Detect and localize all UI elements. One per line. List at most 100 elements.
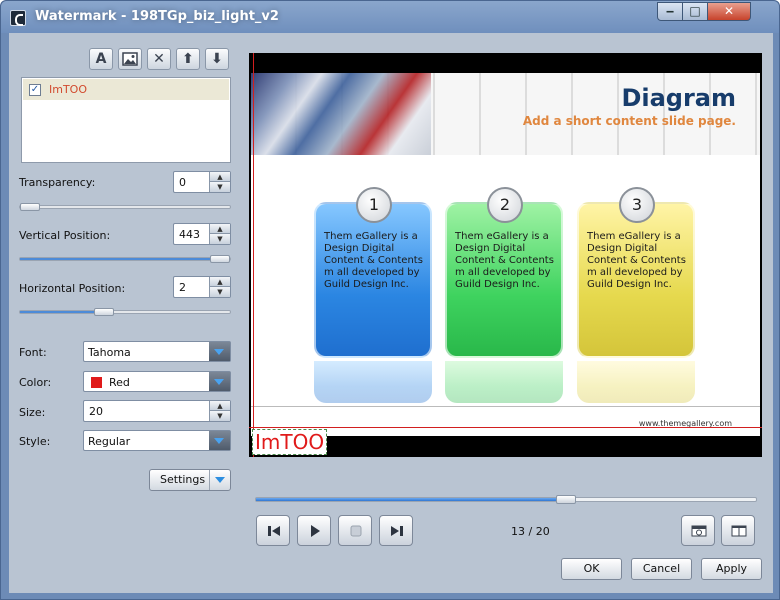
stop-icon xyxy=(350,525,362,537)
watermark-item-label: ImTOO xyxy=(49,83,87,96)
style-select[interactable]: Regular xyxy=(83,430,231,451)
vertical-position-slider[interactable] xyxy=(19,255,231,263)
spin-up-icon[interactable]: ▲ xyxy=(209,172,230,182)
vertical-position-label: Vertical Position: xyxy=(19,229,111,242)
spin-down-icon[interactable]: ▼ xyxy=(209,287,230,297)
spin-down-icon[interactable]: ▼ xyxy=(209,234,230,244)
card-reflection xyxy=(577,361,695,403)
transparency-slider-thumb[interactable] xyxy=(20,203,40,211)
delete-icon: ✕ xyxy=(153,51,165,67)
minimize-icon: ‒ xyxy=(665,4,675,18)
text-icon: A xyxy=(95,51,107,67)
diagram-card: 2 Them eGallery is a Design Digital Cont… xyxy=(445,187,563,358)
slide-subtitle: Add a short content slide page. xyxy=(522,114,736,128)
card-text: Them eGallery is a Design Digital Conten… xyxy=(455,231,554,290)
card-text: Them eGallery is a Design Digital Conten… xyxy=(587,231,686,290)
progress-fill xyxy=(256,498,566,501)
font-select[interactable]: Tahoma xyxy=(83,341,231,362)
color-select[interactable]: Red xyxy=(83,371,231,392)
list-item[interactable]: ✓ ImTOO xyxy=(23,79,229,100)
card-number: 1 xyxy=(356,187,392,223)
minimize-button[interactable]: ‒ xyxy=(657,2,683,21)
diagram-card: 1 Them eGallery is a Design Digital Cont… xyxy=(314,187,432,358)
horizontal-slider-fill xyxy=(20,311,104,313)
font-value: Tahoma xyxy=(88,346,131,359)
stop-button[interactable] xyxy=(338,515,372,546)
delete-watermark-button[interactable]: ✕ xyxy=(147,48,171,70)
chevron-down-icon[interactable] xyxy=(209,431,230,450)
card-number: 3 xyxy=(619,187,655,223)
move-down-button[interactable]: ⬇ xyxy=(205,48,229,70)
transparency-label: Transparency: xyxy=(19,176,96,189)
split-view-icon xyxy=(731,525,747,537)
transparency-value[interactable]: 0 xyxy=(179,176,186,189)
playback-progress-slider[interactable] xyxy=(255,495,757,504)
window-title: Watermark - 198TGp_biz_light_v2 xyxy=(35,9,279,24)
compare-view-button[interactable] xyxy=(721,515,755,546)
maximize-button[interactable]: □ xyxy=(682,2,708,21)
skip-back-icon xyxy=(268,526,280,536)
close-button[interactable]: ✕ xyxy=(707,2,751,21)
transparency-slider[interactable] xyxy=(19,203,231,211)
font-label: Font: xyxy=(19,346,47,359)
play-button[interactable] xyxy=(297,515,331,546)
title-bar[interactable]: Watermark - 198TGp_biz_light_v2 ‒ □ ✕ xyxy=(1,1,779,33)
chevron-down-icon[interactable] xyxy=(209,342,230,361)
transparency-spinner[interactable]: 0 ▲ ▼ xyxy=(173,171,231,193)
snapshot-button[interactable] xyxy=(681,515,715,546)
ok-button[interactable]: OK xyxy=(561,558,622,580)
horizontal-position-value[interactable]: 2 xyxy=(179,281,186,294)
add-text-watermark-button[interactable]: A xyxy=(89,48,113,70)
color-label: Color: xyxy=(19,376,52,389)
page-counter: 13 / 20 xyxy=(511,525,550,538)
settings-label: Settings xyxy=(160,473,206,486)
vertical-guide-line xyxy=(253,53,254,457)
chevron-down-icon[interactable] xyxy=(209,372,230,391)
camera-icon xyxy=(691,525,707,537)
slide-title: Diagram xyxy=(621,84,736,112)
spin-up-icon[interactable]: ▲ xyxy=(209,224,230,234)
apply-button[interactable]: Apply xyxy=(701,558,762,580)
spin-up-icon[interactable]: ▲ xyxy=(209,401,230,411)
card-reflection xyxy=(445,361,563,403)
slide-footer: www.themegallery.com xyxy=(251,406,760,436)
settings-button[interactable]: Settings xyxy=(149,469,231,491)
horizontal-position-slider[interactable] xyxy=(19,308,231,316)
progress-thumb[interactable] xyxy=(556,495,576,504)
spin-down-icon[interactable]: ▼ xyxy=(209,182,230,192)
first-page-button[interactable] xyxy=(256,515,290,546)
color-swatch xyxy=(91,377,102,388)
horizontal-position-spinner[interactable]: 2 ▲ ▼ xyxy=(173,276,231,298)
cancel-button[interactable]: Cancel xyxy=(631,558,692,580)
add-image-watermark-button[interactable] xyxy=(118,48,142,70)
size-label: Size: xyxy=(19,406,46,419)
dialog-body: A ✕ ⬆ ⬇ ✓ ImTOO Transparency: 0 ▲ ▼ Verti… xyxy=(9,33,773,593)
card-number: 2 xyxy=(487,187,523,223)
spin-up-icon[interactable]: ▲ xyxy=(209,277,230,287)
horizontal-guide-line xyxy=(249,427,762,428)
image-icon xyxy=(122,52,138,66)
watermark-overlay[interactable]: ImTOO xyxy=(252,429,328,455)
chevron-down-icon[interactable] xyxy=(209,470,230,490)
style-label: Style: xyxy=(19,435,51,448)
maximize-icon: □ xyxy=(689,4,701,18)
last-page-button[interactable] xyxy=(379,515,413,546)
slide-preview: Diagram Add a short content slide page. … xyxy=(251,73,760,436)
slide-banner: Diagram Add a short content slide page. xyxy=(251,73,760,155)
card-text: Them eGallery is a Design Digital Conten… xyxy=(324,231,423,290)
card-reflection xyxy=(314,361,432,403)
vertical-slider-thumb[interactable] xyxy=(209,255,230,263)
watermark-window: Watermark - 198TGp_biz_light_v2 ‒ □ ✕ A … xyxy=(0,0,780,600)
move-up-button[interactable]: ⬆ xyxy=(176,48,200,70)
close-icon: ✕ xyxy=(723,4,735,18)
preview-area[interactable]: Diagram Add a short content slide page. … xyxy=(249,53,762,457)
spin-down-icon[interactable]: ▼ xyxy=(209,411,230,421)
play-icon xyxy=(311,525,320,537)
horizontal-slider-thumb[interactable] xyxy=(94,308,114,316)
size-spinner[interactable]: 20 ▲ ▼ xyxy=(83,400,231,422)
watermark-enabled-checkbox[interactable]: ✓ xyxy=(29,84,41,96)
vertical-position-spinner[interactable]: 443 ▲ ▼ xyxy=(173,223,231,245)
size-value[interactable]: 20 xyxy=(89,405,103,418)
vertical-position-value[interactable]: 443 xyxy=(179,228,200,241)
vertical-slider-fill xyxy=(20,258,220,260)
